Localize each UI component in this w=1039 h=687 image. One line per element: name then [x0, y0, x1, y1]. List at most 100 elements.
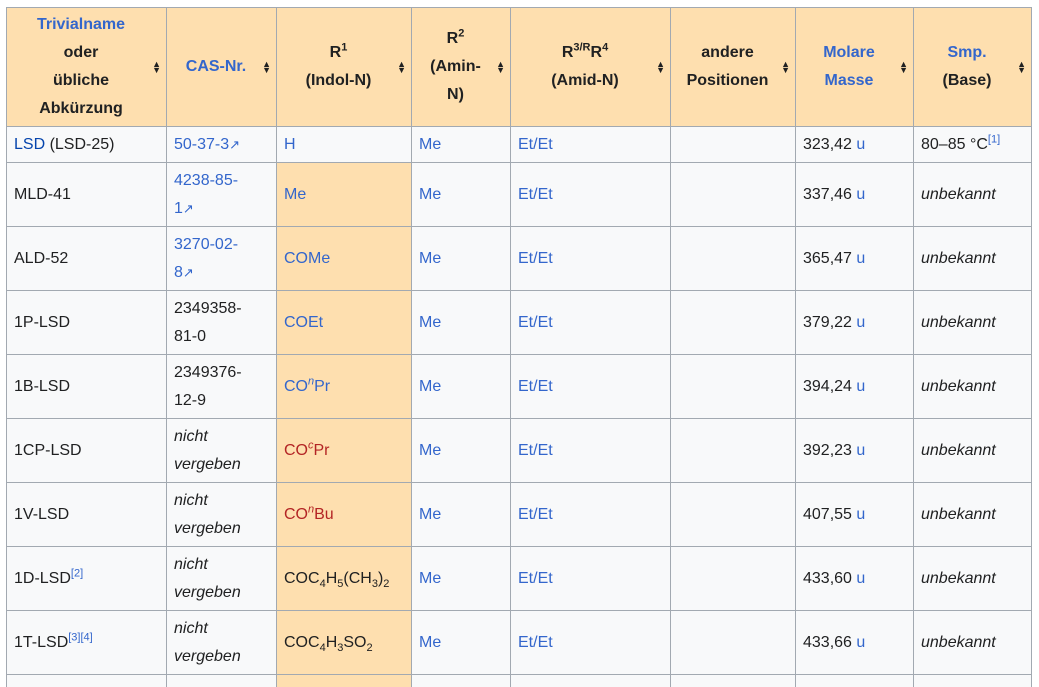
cell-mass: 379,22 u — [796, 291, 914, 355]
col-header-andere[interactable]: anderePositionen▲▼ — [671, 8, 796, 127]
cell-mp: unbekannt — [914, 547, 1032, 611]
cell-r2: Me — [412, 611, 511, 675]
cell-andere — [671, 483, 796, 547]
cell-r1: Me — [277, 163, 412, 227]
reference-link[interactable]: [3][4] — [68, 631, 92, 643]
col-header-smp[interactable]: Smp.(Base)▲▼ — [914, 8, 1032, 127]
cell-cas: nichtvergeben — [167, 547, 277, 611]
table-row: LSD (LSD-25) 50-37-3↗ H Me Et/Et 323,42 … — [7, 127, 1032, 163]
cell-name: 1V-LSD — [7, 483, 167, 547]
cell-name: ALD-52 — [7, 227, 167, 291]
cell-cas: 2349358-81-0 — [167, 291, 277, 355]
cell-mp: 80–85 °C[1] — [914, 127, 1032, 163]
table-row: ALD-52 3270-02-8↗ COMe Me Et/Et 365,47 u… — [7, 227, 1032, 291]
cell-r1: COC4H5(CH3)2 — [277, 547, 412, 611]
cell-name: 1T-LSD[3][4] — [7, 611, 167, 675]
sort-icon[interactable]: ▲▼ — [781, 61, 790, 73]
sort-icon[interactable]: ▲▼ — [152, 61, 161, 73]
cell-name: 1P-LSD — [7, 291, 167, 355]
external-link-icon[interactable]: ↗ — [183, 265, 194, 280]
cell-r34: Et/Et — [511, 127, 671, 163]
cell-mp: unbekannt — [914, 291, 1032, 355]
cell-r34: Et/Et — [511, 547, 671, 611]
cell-mp: unbekannt — [914, 163, 1032, 227]
cell-r1: COMe — [277, 227, 412, 291]
cell-mp: unbekannt — [914, 419, 1032, 483]
cell-andere — [671, 291, 796, 355]
cell-mp: unbekannt — [914, 483, 1032, 547]
col-header-r2[interactable]: R2(Amin-N)▲▼ — [412, 8, 511, 127]
cell-r34: Et/Et — [511, 227, 671, 291]
cell-mass: 433,66 u — [796, 611, 914, 675]
sort-icon[interactable]: ▲▼ — [397, 61, 406, 73]
cell-r2: Me — [412, 127, 511, 163]
sort-icon[interactable]: ▲▼ — [262, 61, 271, 73]
cell-r2: Me — [412, 483, 511, 547]
cell-r34: Et/Et — [511, 611, 671, 675]
reference-link[interactable]: [2] — [71, 567, 83, 579]
cell-mp: unbekannt — [914, 227, 1032, 291]
cell-cas: nichtvergeben — [167, 483, 277, 547]
col-header-molare-masse[interactable]: MolareMasse▲▼ — [796, 8, 914, 127]
substances-table: TrivialnameoderüblicheAbkürzung▲▼ CAS-Nr… — [6, 7, 1032, 687]
cell-mass: 392,23 u — [796, 419, 914, 483]
sort-icon[interactable]: ▲▼ — [899, 61, 908, 73]
sort-icon[interactable]: ▲▼ — [1017, 61, 1026, 73]
cell-r2: Me — [412, 355, 511, 419]
cell-cas: 4238-85-1↗ — [167, 163, 277, 227]
external-link-icon[interactable]: ↗ — [229, 137, 240, 152]
cell-r34: Et/Et — [511, 483, 671, 547]
sort-icon[interactable]: ▲▼ — [656, 61, 665, 73]
cell-name: 1CP-LSD — [7, 419, 167, 483]
cell-cas: 3270-02-8↗ — [167, 227, 277, 291]
cell-andere — [671, 127, 796, 163]
col-header-r1[interactable]: R1(Indol-N)▲▼ — [277, 8, 412, 127]
cell-mp: unbekannt — [914, 355, 1032, 419]
col-header-trivialname[interactable]: TrivialnameoderüblicheAbkürzung▲▼ — [7, 8, 167, 127]
cell-andere — [671, 227, 796, 291]
reference-link[interactable]: [1] — [988, 133, 1000, 145]
cell-name: LSD (LSD-25) — [7, 127, 167, 163]
cell-andere — [671, 163, 796, 227]
cell-andere — [671, 611, 796, 675]
cell-r2: Me — [412, 163, 511, 227]
cell-r1: COnBu — [277, 483, 412, 547]
cell-r34: Et/Et — [511, 163, 671, 227]
cell-cas: 2349376-12-9 — [167, 355, 277, 419]
cell-cas: nichtvergeben — [167, 419, 277, 483]
cell-r34: Et/Et — [511, 355, 671, 419]
sort-icon[interactable]: ▲▼ — [496, 61, 505, 73]
cell-r2: Me — [412, 547, 511, 611]
cell-mass: 365,47 u — [796, 227, 914, 291]
table-row: 1D-LSD[2] nichtvergeben COC4H5(CH3)2 Me … — [7, 547, 1032, 611]
cell-r1: COC4H3SO2 — [277, 611, 412, 675]
cell-andere — [671, 419, 796, 483]
cell-andere — [671, 355, 796, 419]
table-row: 1V-LSD nichtvergeben COnBu Me Et/Et 407,… — [7, 483, 1032, 547]
cell-name: MLD-41 — [7, 163, 167, 227]
cell-r1: H — [277, 127, 412, 163]
col-header-r3r4[interactable]: R3/RR4(Amid-N)▲▼ — [511, 8, 671, 127]
cell-r1: COnPr — [277, 355, 412, 419]
cell-mass: 394,24 u — [796, 355, 914, 419]
cell-r1: COcPr — [277, 419, 412, 483]
table-row: 1T-LSD[3][4] nichtvergeben COC4H3SO2 Me … — [7, 611, 1032, 675]
cell-name: 1B-LSD — [7, 355, 167, 419]
cell-r34: Et/Et — [511, 419, 671, 483]
cell-r2: Me — [412, 291, 511, 355]
header-row: TrivialnameoderüblicheAbkürzung▲▼ CAS-Nr… — [7, 8, 1032, 127]
cell-cas: 50-37-3↗ — [167, 127, 277, 163]
table-row: 1P-LSD 2349358-81-0 COEt Me Et/Et 379,22… — [7, 291, 1032, 355]
col-header-cas[interactable]: CAS-Nr.▲▼ — [167, 8, 277, 127]
name-link[interactable]: LSD — [14, 136, 45, 153]
external-link-icon[interactable]: ↗ — [183, 201, 194, 216]
table-row: 1B-LSD 2349376-12-9 COnPr Me Et/Et 394,2… — [7, 355, 1032, 419]
cell-mass: 407,55 u — [796, 483, 914, 547]
cas-link[interactable]: 50-37-3 — [174, 136, 229, 153]
table-row: 1CP-LSD nichtvergeben COcPr Me Et/Et 392… — [7, 419, 1032, 483]
table-row: MLD-41 4238-85-1↗ Me Me Et/Et 337,46 u u… — [7, 163, 1032, 227]
cell-mp: unbekannt — [914, 611, 1032, 675]
table-row-partial — [7, 675, 1032, 687]
cell-mass: 337,46 u — [796, 163, 914, 227]
cell-name: 1D-LSD[2] — [7, 547, 167, 611]
